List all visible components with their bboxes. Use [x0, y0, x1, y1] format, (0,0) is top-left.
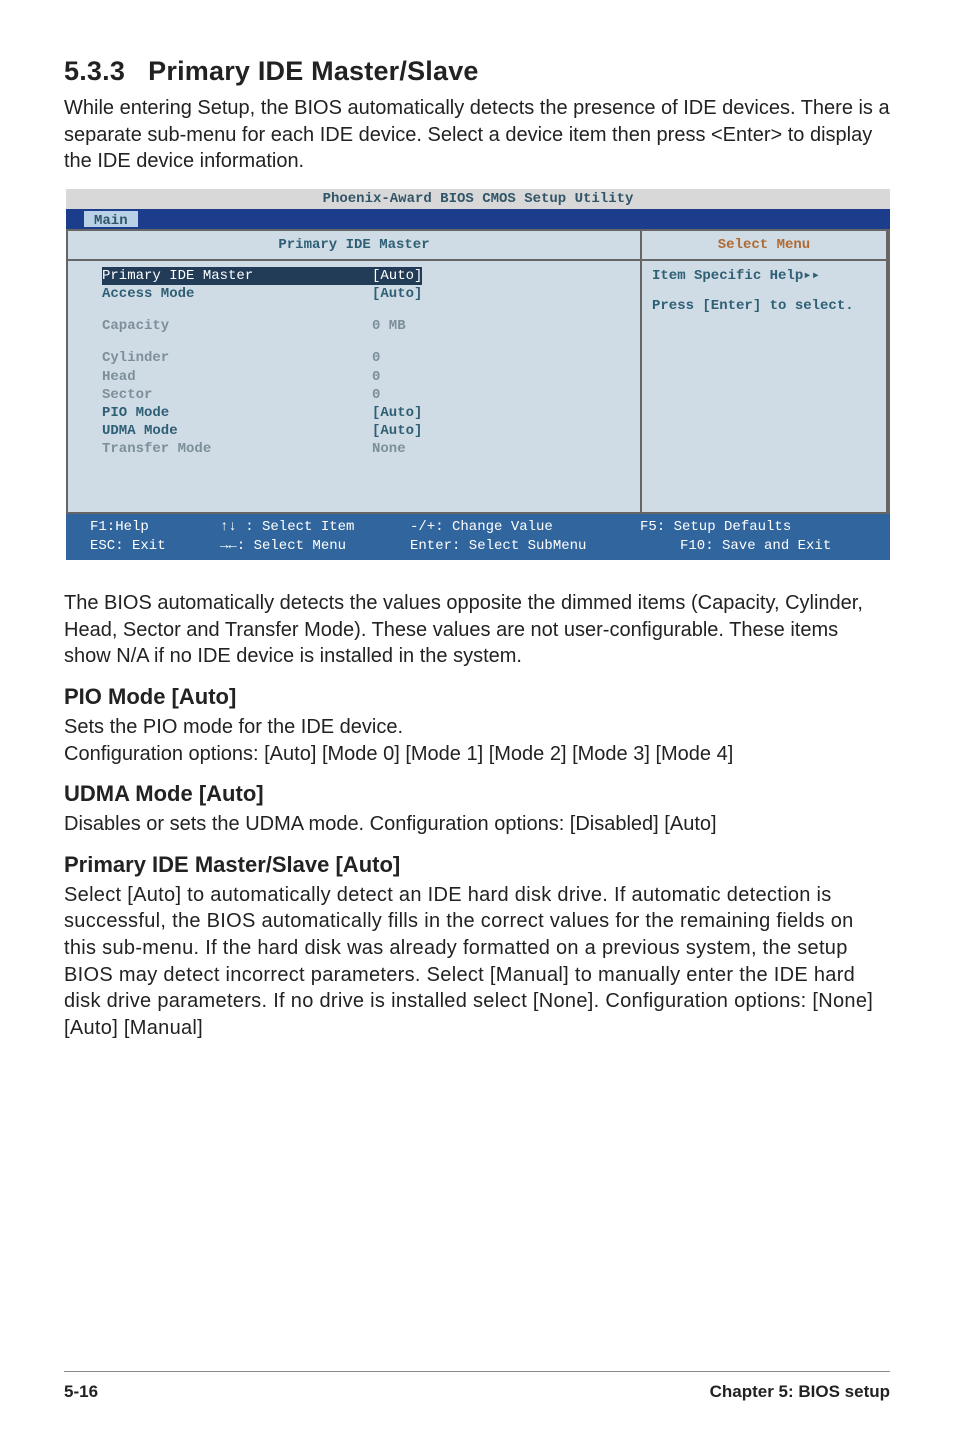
section-heading: 5.3.3 Primary IDE Master/Slave	[64, 56, 890, 87]
bios-row[interactable]: Transfer ModeNone	[102, 440, 640, 458]
bios-row-label: Access Mode	[102, 285, 372, 303]
intro-paragraph: While entering Setup, the BIOS automatic…	[64, 95, 890, 175]
bios-row-value: 0 MB	[372, 317, 406, 335]
bios-tab-bar: Main	[66, 209, 890, 229]
bios-row-value: [Auto]	[372, 422, 422, 440]
bios-screenshot: Phoenix-Award BIOS CMOS Setup Utility Ma…	[66, 189, 890, 560]
bios-key-f10: F10: Save and Exit	[640, 537, 876, 556]
bios-row-label: PIO Mode	[102, 404, 372, 422]
bios-key-f1: F1:Help	[90, 518, 220, 537]
bios-row[interactable]: Primary IDE Master[Auto]	[102, 267, 640, 285]
bios-row-value: [Auto]	[372, 404, 422, 422]
bios-key-enter: Enter: Select SubMenu	[410, 537, 640, 556]
udma-heading: UDMA Mode [Auto]	[64, 781, 890, 807]
bios-help-line2: Press [Enter] to select.	[652, 298, 876, 314]
bios-key-leftright: →←: Select Menu	[220, 537, 410, 556]
bios-row-value: None	[372, 440, 406, 458]
bios-row[interactable]: Sector0	[102, 386, 640, 404]
chapter-label: Chapter 5: BIOS setup	[710, 1382, 890, 1402]
bios-row-label: Transfer Mode	[102, 440, 372, 458]
bios-help-panel: Select Menu Item Specific Help▸▸ Press […	[640, 229, 888, 515]
udma-line1: Disables or sets the UDMA mode. Configur…	[64, 811, 890, 838]
bios-row-value: 0	[372, 368, 380, 386]
bios-row-value: [Auto]	[372, 267, 422, 285]
bios-row-value: 0	[372, 386, 380, 404]
bios-row-label: Capacity	[102, 317, 372, 335]
page-footer: 5-16 Chapter 5: BIOS setup	[64, 1371, 890, 1402]
bios-row-label: Primary IDE Master	[102, 267, 372, 285]
primary-ide-body: Select [Auto] to automatically detect an…	[64, 882, 890, 1042]
bios-row-label: Sector	[102, 386, 372, 404]
bios-row[interactable]: PIO Mode[Auto]	[102, 404, 640, 422]
bios-left-panel: Primary IDE Master Primary IDE Master[Au…	[68, 229, 640, 515]
bios-key-updown: ↑↓ : Select Item	[220, 518, 410, 537]
paragraph-explanation: The BIOS automatically detects the value…	[64, 590, 890, 670]
bios-row-label: UDMA Mode	[102, 422, 372, 440]
bios-row[interactable]: Cylinder0	[102, 349, 640, 367]
bios-row[interactable]: Head0	[102, 368, 640, 386]
page-number: 5-16	[64, 1382, 98, 1402]
bios-key-esc: ESC: Exit	[90, 537, 220, 556]
primary-ide-heading: Primary IDE Master/Slave [Auto]	[64, 852, 890, 878]
bios-row[interactable]: UDMA Mode[Auto]	[102, 422, 640, 440]
bios-row-value: [Auto]	[372, 285, 422, 303]
bios-tab-main[interactable]: Main	[84, 211, 138, 227]
bios-help-line1: Item Specific Help▸▸	[652, 267, 876, 284]
pio-line2: Configuration options: [Auto] [Mode 0] […	[64, 741, 890, 768]
bios-right-header: Select Menu	[642, 237, 886, 261]
section-number: 5.3.3	[64, 56, 125, 86]
bios-key-f5: F5: Setup Defaults	[640, 518, 876, 537]
bios-row[interactable]: Capacity0 MB	[102, 317, 640, 335]
section-title-text: Primary IDE Master/Slave	[148, 56, 478, 86]
bios-left-header: Primary IDE Master	[68, 237, 640, 261]
pio-line1: Sets the PIO mode for the IDE device.	[64, 714, 890, 741]
bios-row[interactable]: Access Mode[Auto]	[102, 285, 640, 303]
bios-key-plusminus: -/+: Change Value	[410, 518, 640, 537]
pio-heading: PIO Mode [Auto]	[64, 684, 890, 710]
bios-row-value: 0	[372, 349, 380, 367]
bios-footer: F1:Help ↑↓ : Select Item -/+: Change Val…	[66, 514, 890, 560]
bios-row-label: Cylinder	[102, 349, 372, 367]
bios-row-label: Head	[102, 368, 372, 386]
bios-title-bar: Phoenix-Award BIOS CMOS Setup Utility	[66, 189, 890, 209]
